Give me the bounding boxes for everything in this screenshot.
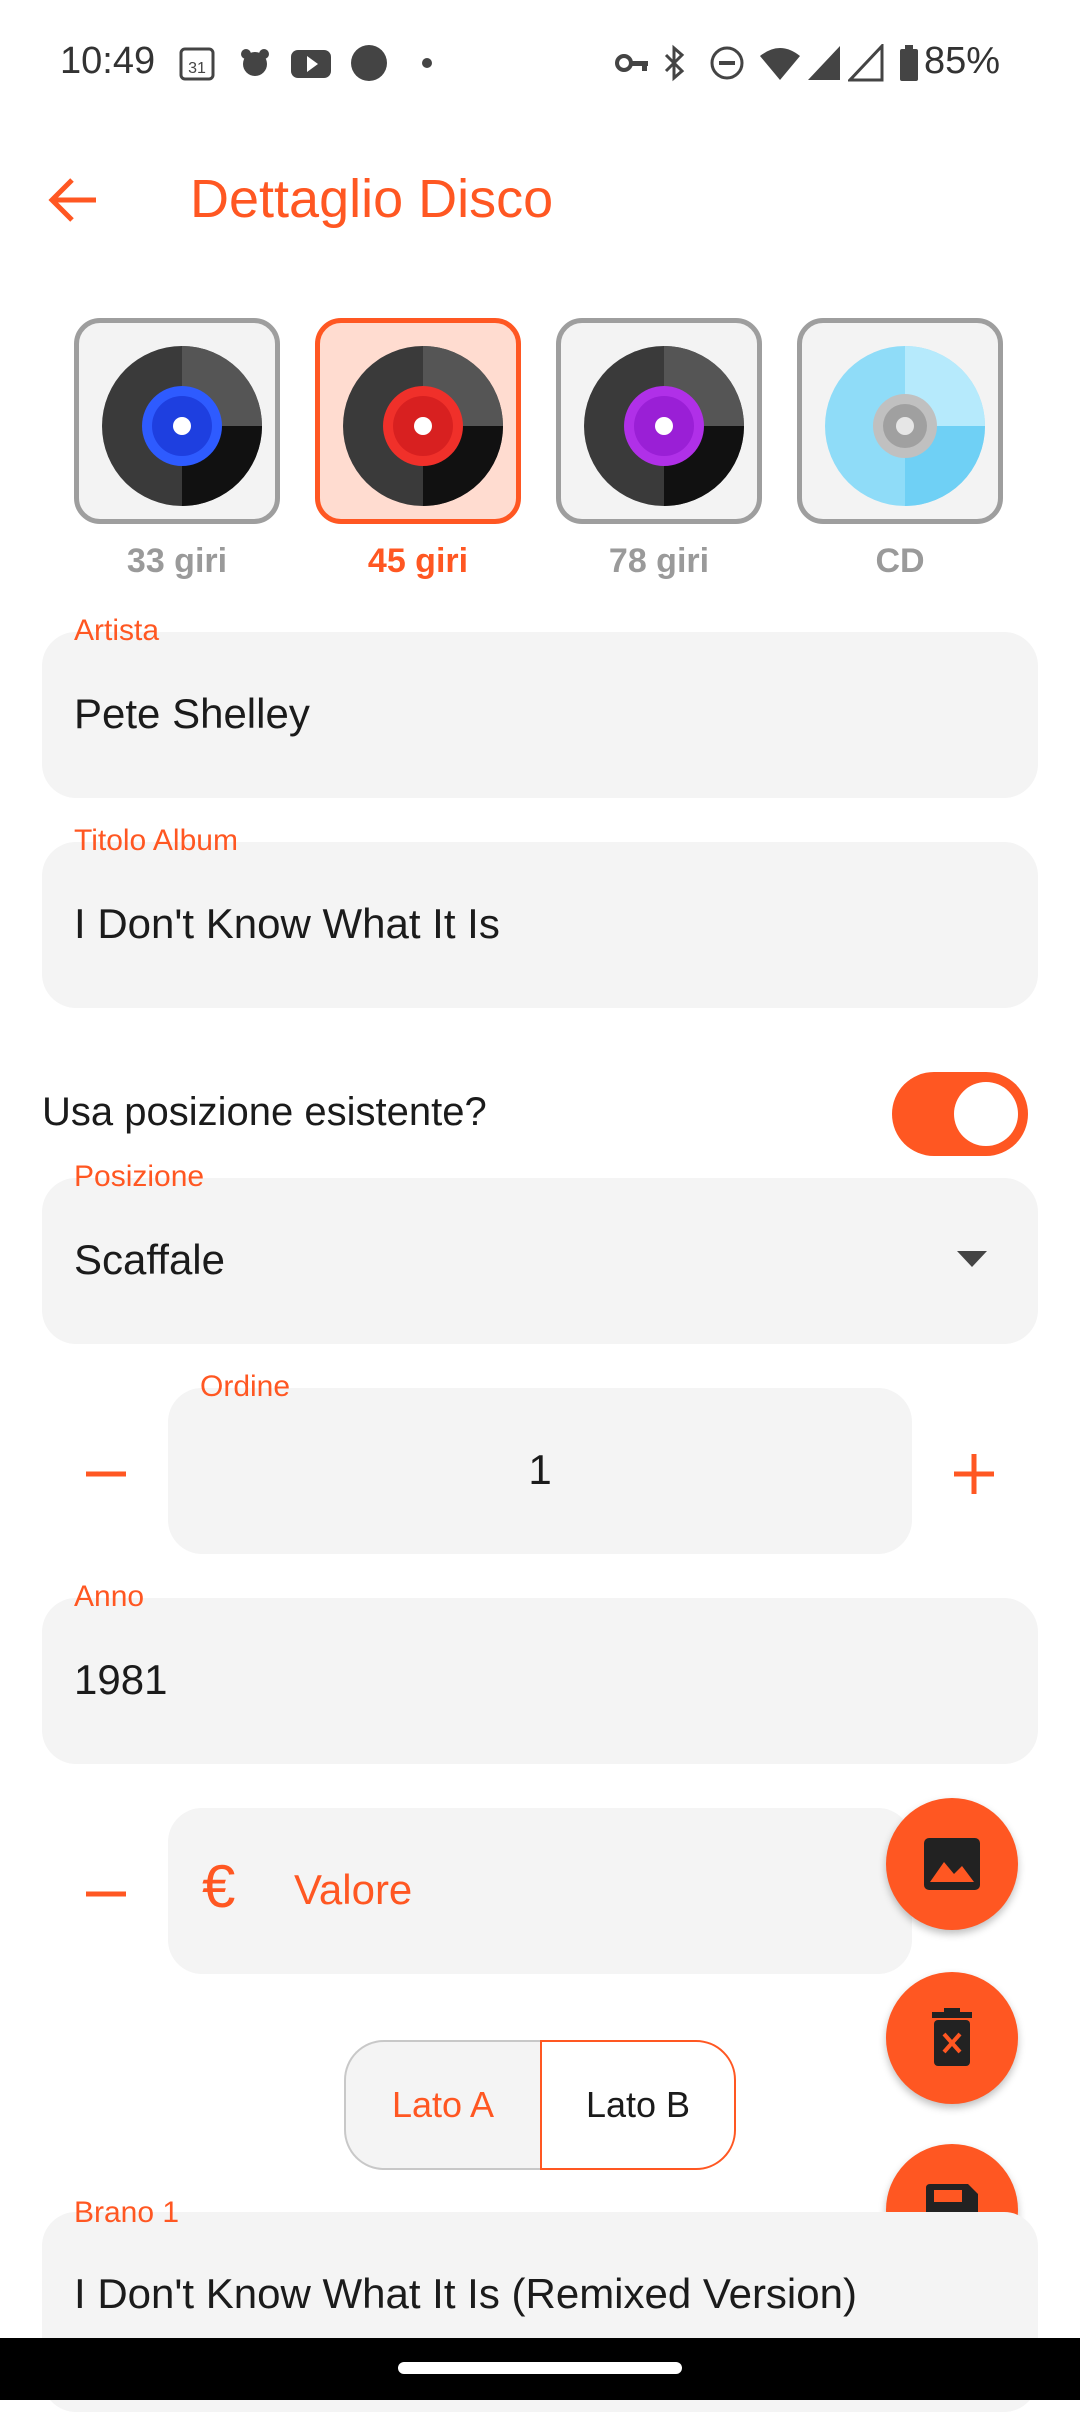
delete-button[interactable] (886, 1972, 1018, 2104)
euro-icon: € (202, 1853, 236, 1920)
signal-icon (808, 46, 840, 80)
status-time: 10:49 (60, 40, 156, 82)
artist-label: Artista (74, 614, 160, 647)
artist-value: Pete Shelley (74, 690, 310, 737)
year-field[interactable]: 1981 (42, 1598, 1038, 1764)
format-45-button[interactable] (315, 318, 521, 524)
album-title-value: I Don't Know What It Is (74, 900, 500, 947)
dot-icon (422, 58, 432, 68)
svg-text:31: 31 (188, 60, 206, 77)
bluetooth-icon (664, 44, 685, 82)
existing-position-toggle[interactable] (892, 1072, 1028, 1156)
track-value: I Don't Know What It Is (Remixed Version… (74, 2270, 857, 2317)
status-bar: 10:49 31 85% (0, 0, 1080, 130)
position-value: Scaffale (74, 1236, 225, 1283)
back-arrow-icon[interactable] (44, 170, 104, 230)
wifi-icon (760, 48, 800, 80)
calendar-icon: 31 (179, 47, 215, 81)
bug-icon (241, 49, 269, 76)
battery-icon (900, 45, 918, 81)
order-decrement-icon[interactable] (84, 1452, 128, 1496)
value-placeholder: Valore (294, 1866, 413, 1913)
image-icon (924, 1838, 980, 1890)
order-value: 1 (528, 1446, 552, 1493)
side-b-tab[interactable]: Lato B (540, 2040, 736, 2170)
dnd-icon (710, 46, 744, 80)
track-label: Brano 1 (74, 2196, 180, 2229)
format-33-button[interactable] (74, 318, 280, 524)
format-cd-button[interactable] (797, 318, 1003, 524)
home-gesture-handle[interactable] (398, 2362, 682, 2374)
album-title-label: Titolo Album (74, 824, 238, 857)
youtube-icon (291, 50, 331, 78)
format-cd-label: CD (875, 542, 925, 580)
existing-position-label: Usa posizione esistente? (42, 1090, 487, 1134)
value-decrement-icon[interactable] (84, 1872, 128, 1916)
order-label: Ordine (200, 1370, 291, 1403)
side-b-label: Lato B (585, 2084, 691, 2125)
order-increment-icon[interactable] (952, 1452, 996, 1496)
dropdown-arrow-icon (957, 1251, 987, 1267)
year-value: 1981 (74, 1656, 168, 1703)
format-45-label: 45 giri (367, 542, 469, 580)
order-field[interactable]: 1 (168, 1388, 912, 1554)
format-78-button[interactable] (556, 318, 762, 524)
format-33-label: 33 giri (126, 542, 228, 580)
vinyl-record-icon (343, 346, 503, 506)
position-label: Posizione (74, 1160, 205, 1193)
position-dropdown[interactable]: Scaffale (42, 1178, 1038, 1344)
side-a-tab[interactable]: Lato A (344, 2040, 540, 2170)
vpn-key-icon (615, 54, 648, 72)
value-field[interactable]: € Valore (168, 1808, 912, 1974)
artist-field[interactable]: Pete Shelley (42, 632, 1038, 798)
cd-icon (825, 346, 985, 506)
battery-percent: 85% (923, 40, 1000, 82)
image-button[interactable] (886, 1798, 1018, 1930)
vinyl-record-icon (584, 346, 744, 506)
page-title: Dettaglio Disco (190, 169, 554, 229)
format-78-label: 78 giri (608, 542, 710, 580)
side-a-label: Lato A (391, 2084, 495, 2125)
toggle-knob (954, 1082, 1018, 1146)
circle-icon (351, 45, 387, 81)
year-label: Anno (74, 1580, 145, 1613)
vinyl-record-icon (102, 346, 262, 506)
album-title-field[interactable]: I Don't Know What It Is (42, 842, 1038, 1008)
signal-2-icon (848, 44, 884, 82)
delete-icon (932, 2008, 972, 2066)
